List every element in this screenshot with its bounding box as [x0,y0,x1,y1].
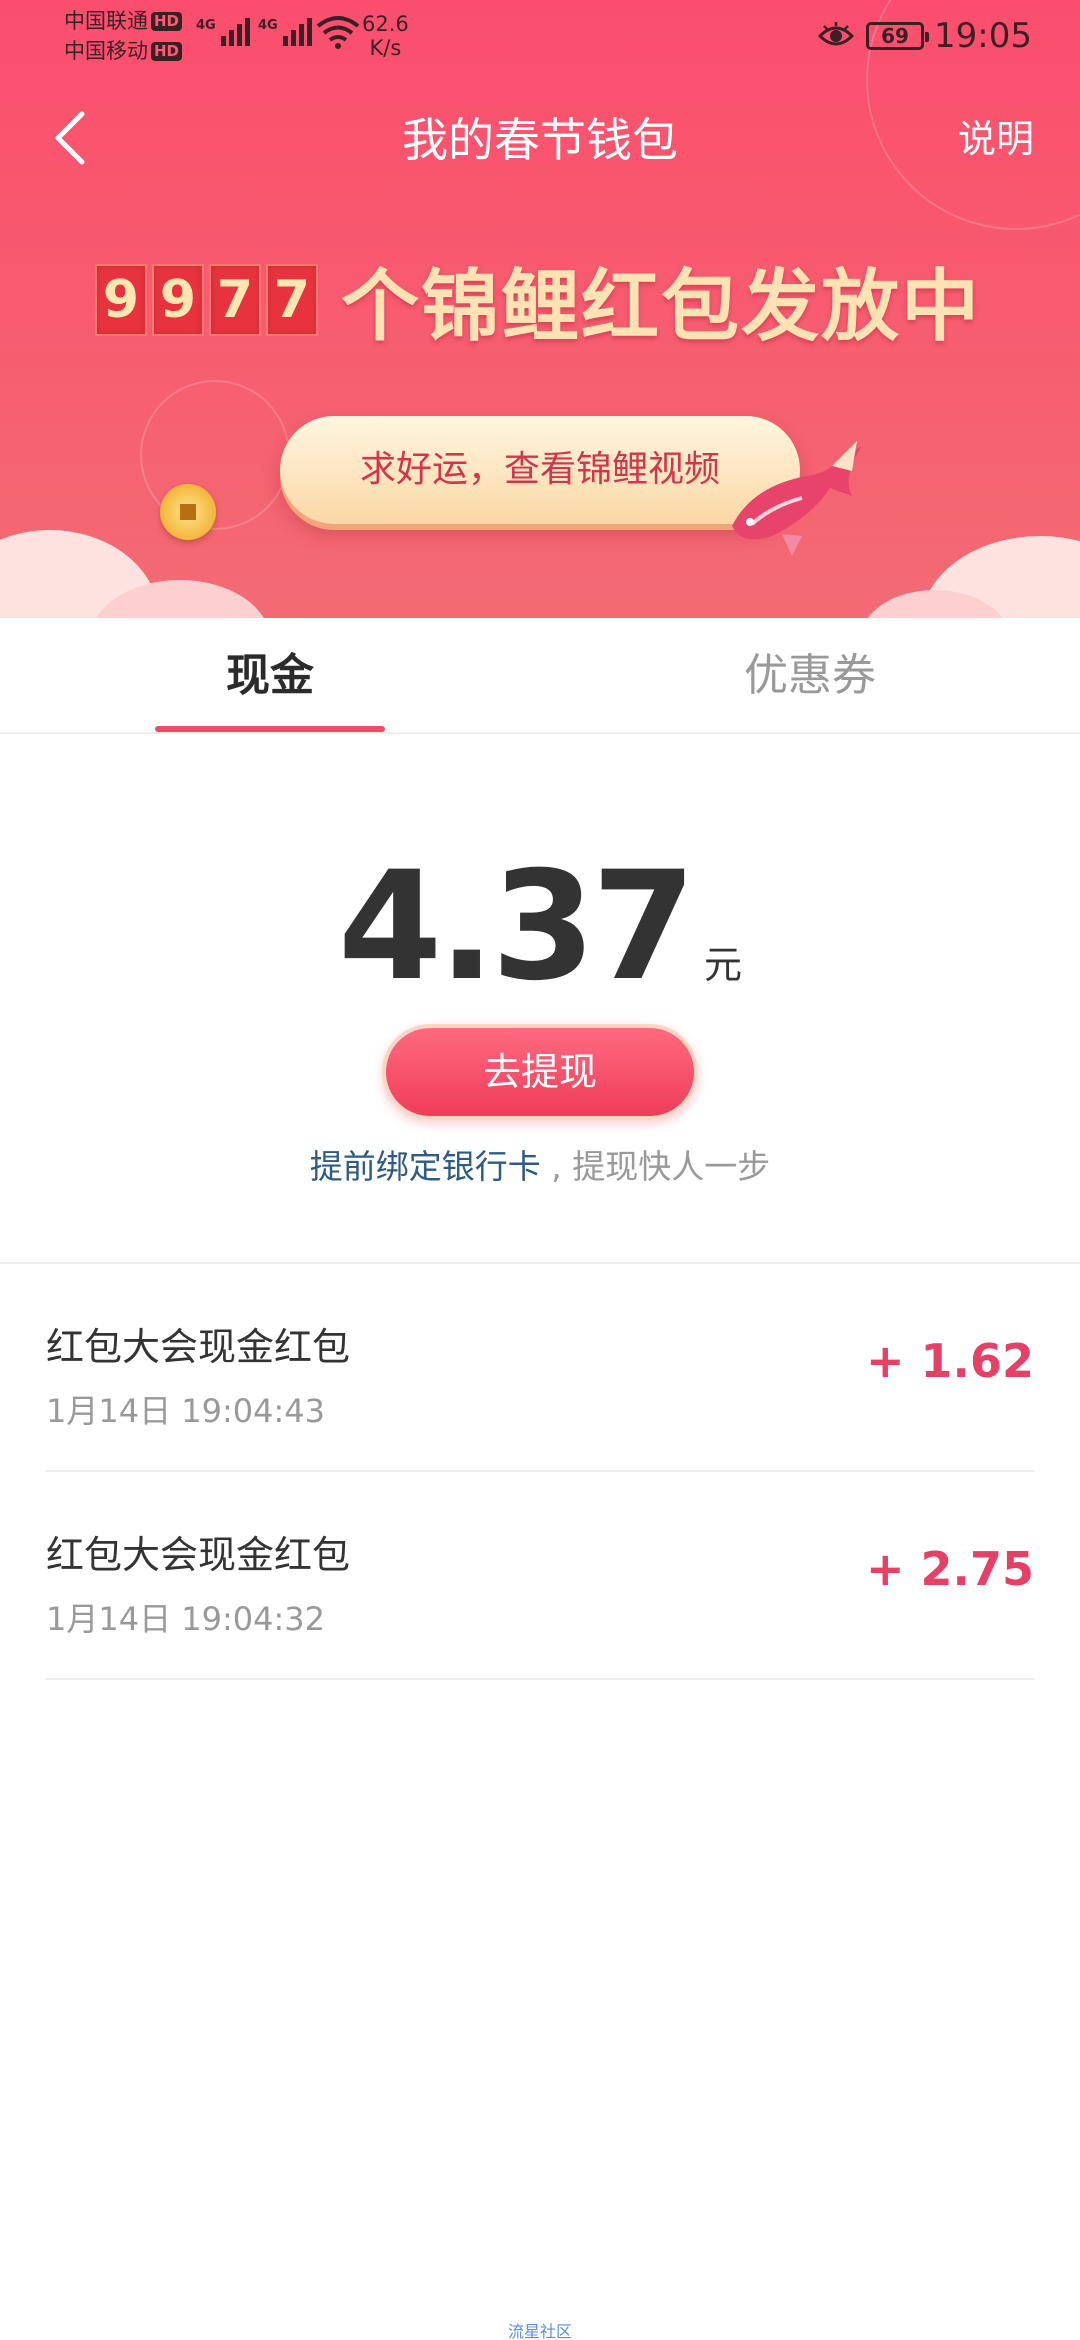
counter-digit: 7 [266,264,318,336]
record-amount: + 1.62 [865,1334,1034,1388]
list-item[interactable]: 红包大会现金红包 1月14日 19:04:43 + 1.62 [46,1264,1034,1472]
bind-card-tip-text: , 提现快人一步 [540,1147,771,1186]
tab-cash[interactable]: 现金 [0,618,540,734]
status-time: 19:05 [934,16,1032,56]
network-speed-unit: K/s [369,36,402,60]
balance-unit: 元 [704,943,743,987]
battery-icon: 69 [866,22,929,50]
withdraw-button[interactable]: 去提现 [382,1024,698,1120]
balance-amount: 4.37 [337,840,696,1014]
bind-bank-card-link[interactable]: 提前绑定银行卡 [310,1147,541,1186]
hd-badge: HD [151,12,183,31]
counter-caption: 个锦鲤红包发放中 [341,262,982,352]
carrier-1: 中国联通 HD [64,8,183,34]
koi-counter: 9 9 7 7 个锦鲤红包发放中 [95,244,981,356]
counter-digit: 7 [209,264,261,336]
list-item[interactable]: 红包大会现金红包 1月14日 19:04:32 + 2.75 [46,1472,1034,1680]
record-title: 红包大会现金红包 [46,1325,351,1369]
eye-comfort-icon [818,22,854,46]
network-type-label: 4G [258,18,278,33]
carrier-2-label: 中国移动 [64,39,148,63]
watermark: 流星社区 [507,2322,572,2340]
record-time: 1月14日 19:04:43 [46,1392,325,1430]
koi-fish-icon [732,441,862,556]
carrier-1-label: 中国联通 [64,9,148,33]
carrier-2: 中国移动 HD [64,38,183,64]
bind-card-tip: 提前绑定银行卡 , 提现快人一步 [0,1140,1080,1188]
signal-icon: 4G [196,18,250,46]
signal-icon: 4G [258,18,312,46]
record-amount: + 2.75 [865,1542,1034,1596]
cash-balance: 4.37 元 [0,840,1080,1014]
help-button[interactable]: 说明 [958,108,1034,163]
network-type-label: 4G [196,18,216,33]
tab-coupon[interactable]: 优惠券 [540,618,1080,734]
network-speed-value: 62.6 [362,12,409,36]
counter-digit: 9 [152,264,204,336]
wifi-icon [316,16,360,49]
counter-digit: 9 [95,264,147,336]
page-title: 我的春节钱包 [402,113,678,167]
hd-badge: HD [151,42,183,61]
record-title: 红包大会现金红包 [46,1533,351,1577]
coin-icon [160,484,216,540]
status-bar: 中国联通 HD 中国移动 HD 4G 4G 62.6 K/s 69 19:05 [0,0,1080,70]
network-speed: 62.6 K/s [362,12,409,60]
tab-bar: 现金 优惠券 [0,618,1080,734]
record-time: 1月14日 19:04:32 [46,1600,325,1638]
header-banner: 中国联通 HD 中国移动 HD 4G 4G 62.6 K/s 69 19:05 … [0,0,1080,618]
active-tab-indicator [155,726,385,732]
